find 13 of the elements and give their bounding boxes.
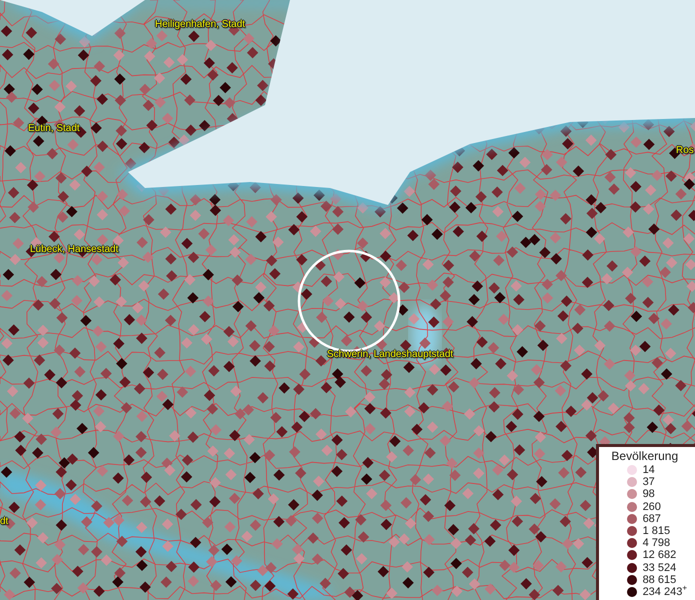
legend-label: 234 243$^{+}$	[642, 586, 687, 598]
legend-label: 12 682	[642, 549, 676, 562]
legend-label: 88 615	[642, 574, 676, 586]
legend-label: 687	[642, 512, 661, 525]
legend-label: 14	[642, 464, 655, 476]
legend-label: 260	[642, 500, 661, 513]
legend-label: 37	[642, 476, 655, 488]
legend-label: 1 815	[642, 524, 670, 537]
legend-label: 33 524	[642, 562, 676, 574]
legend-label: 98	[642, 488, 655, 500]
legend-title: Bevölkerung	[610, 448, 680, 463]
place-label: dt	[0, 516, 8, 528]
legend-label: 4 798	[642, 537, 670, 550]
